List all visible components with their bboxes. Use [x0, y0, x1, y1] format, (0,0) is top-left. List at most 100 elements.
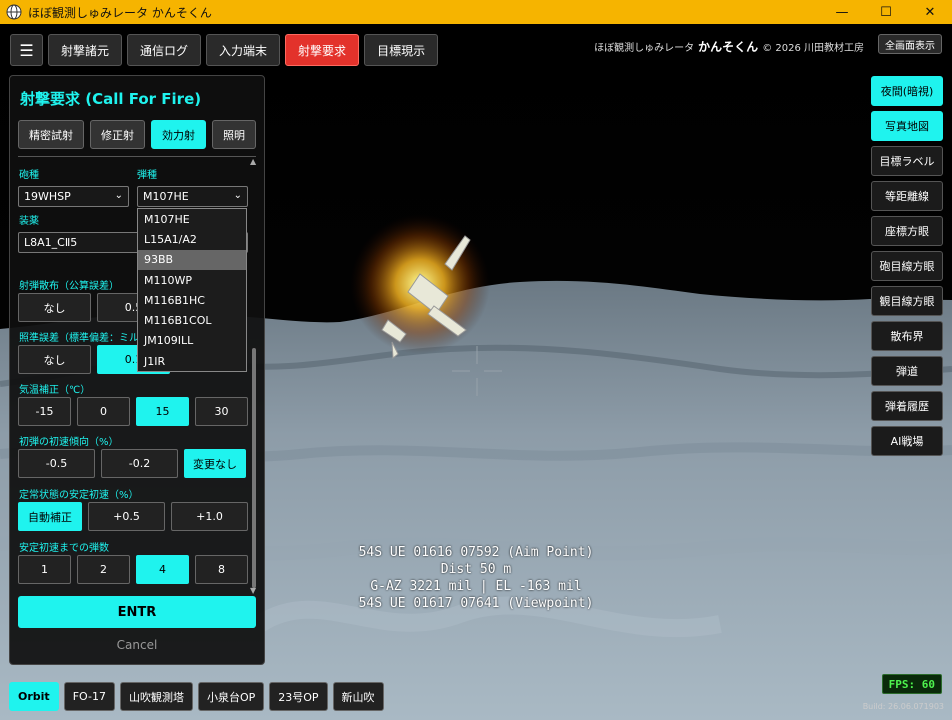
panel-scrollbar[interactable]: ▲ ▼ — [250, 157, 257, 595]
aim-readout: 54S UE 01616 07592 (Aim Point) Dist 50 m… — [260, 544, 692, 612]
ammo-option[interactable]: JM109ILL — [138, 331, 246, 351]
toggle-dispersion[interactable]: 散布界 — [871, 321, 943, 351]
rounds-option[interactable]: 1 — [18, 555, 71, 584]
temp-options: -15 0 15 30 — [18, 397, 248, 426]
viewpoint-shin-yamabuki[interactable]: 新山吹 — [332, 682, 384, 711]
layer-toggle-bar: 夜間(暗視) 写真地図 目標ラベル 等距離線 座標方眼 砲目線方眼 観目線方眼 … — [871, 76, 943, 456]
maximize-button[interactable]: ☐ — [864, 0, 908, 24]
viewpoint-fo17[interactable]: FO-17 — [63, 682, 115, 711]
steady-velocity-option[interactable]: +0.5 — [88, 502, 165, 531]
ammo-option[interactable]: J1IR — [138, 351, 246, 371]
entr-button[interactable]: ENTR — [18, 596, 256, 628]
rounds-option[interactable]: 2 — [77, 555, 130, 584]
ammo-option[interactable]: M107HE — [138, 209, 246, 229]
toggle-coordinate-grid[interactable]: 座標方眼 — [871, 216, 943, 246]
viewpoint-coord: 54S UE 01617 07641 (Viewpoint) — [358, 596, 594, 611]
temp-correction-label: 気温補正（℃） — [19, 385, 91, 396]
charge-value: L8A1_CⅡ5 — [24, 236, 78, 249]
steady-velocity-label: 定常状態の安定初速（%） — [19, 490, 139, 501]
gun-type-select[interactable]: 19WHSP ⌄ — [18, 186, 129, 207]
dispersion-label: 射弾散布（公算誤差） — [19, 281, 119, 292]
chevron-down-icon: ⌄ — [114, 190, 123, 201]
viewpoint-23-op[interactable]: 23号OP — [269, 682, 328, 711]
aim-point-coord: 54S UE 01616 07592 (Aim Point) — [358, 545, 594, 560]
toggle-ai-battlefield[interactable]: AI戦場 — [871, 426, 943, 456]
window-titlebar: ほぼ観測しゅみレータ かんそくん — ☐ ✕ — [0, 0, 952, 24]
viewpoint-orbit[interactable]: Orbit — [9, 682, 59, 711]
charge-label: 装薬 — [19, 216, 39, 227]
temp-option[interactable]: 0 — [77, 397, 130, 426]
aim-error-label: 照準誤差（標準偏差：ミル） — [19, 333, 149, 344]
mode-precision-registration[interactable]: 精密試射 — [18, 120, 84, 149]
top-toolbar: ☰ 射撃諸元 通信ログ 入力端末 射撃要求 目標現示 — [10, 34, 439, 66]
divider — [18, 156, 256, 157]
scroll-up-icon[interactable]: ▲ — [250, 157, 256, 166]
gun-type-value: 19WHSP — [24, 190, 71, 203]
rounds-option[interactable]: 4 — [136, 555, 189, 584]
tab-target-display[interactable]: 目標現示 — [364, 34, 439, 66]
mode-adjust-fire[interactable]: 修正射 — [90, 120, 145, 149]
ammo-option[interactable]: M110WP — [138, 270, 246, 290]
initial-velocity-option[interactable]: -0.2 — [101, 449, 178, 478]
chevron-down-icon: ⌄ — [233, 190, 242, 201]
initial-velocity-option[interactable]: -0.5 — [18, 449, 95, 478]
cancel-button[interactable]: Cancel — [18, 638, 256, 652]
rounds-to-stable-label: 安定初速までの弾数 — [19, 543, 109, 554]
azimuth-elevation-readout: G-AZ 3221 mil | EL -163 mil — [370, 579, 582, 594]
toggle-photo-map[interactable]: 写真地図 — [871, 111, 943, 141]
rounds-to-stable-options: 1 2 4 8 — [18, 555, 248, 584]
distance-readout: Dist 50 m — [440, 562, 512, 577]
toggle-trajectory[interactable]: 弾道 — [871, 356, 943, 386]
viewpoint-yamabuki-tower[interactable]: 山吹観測塔 — [119, 682, 193, 711]
initial-velocity-options: -0.5 -0.2 変更なし — [18, 449, 246, 478]
ammo-type-select[interactable]: M107HE ⌄ — [137, 186, 248, 207]
ammo-option[interactable]: L15A1/A2 — [138, 229, 246, 249]
steady-velocity-option[interactable]: +1.0 — [171, 502, 248, 531]
mode-fire-for-effect[interactable]: 効力射 — [151, 120, 206, 149]
hamburger-menu-icon[interactable]: ☰ — [10, 34, 43, 66]
close-button[interactable]: ✕ — [908, 0, 952, 24]
fps-counter: FPS: 60 — [881, 674, 942, 694]
tab-comm-log[interactable]: 通信ログ — [127, 34, 202, 66]
toggle-target-labels[interactable]: 目標ラベル — [871, 146, 943, 176]
initial-velocity-option[interactable]: 変更なし — [184, 449, 246, 478]
steady-velocity-option[interactable]: 自動補正 — [18, 502, 82, 531]
brand-prefix: ほぼ観測しゅみレータ — [594, 43, 695, 54]
dispersion-option[interactable]: なし — [18, 293, 91, 322]
steady-velocity-options: 自動補正 +0.5 +1.0 — [18, 502, 248, 531]
ammo-type-label: 弾種 — [137, 170, 157, 181]
scroll-thumb[interactable] — [252, 348, 256, 588]
viewpoint-bar: Orbit FO-17 山吹観測塔 小泉台OP 23号OP 新山吹 — [9, 682, 384, 711]
ammo-option-highlighted[interactable]: 93BB — [138, 249, 246, 270]
fire-mode-row: 精密試射 修正射 効力射 照明 — [18, 120, 256, 149]
ammo-option[interactable]: M116B1HC — [138, 290, 246, 310]
toggle-gun-target-grid[interactable]: 砲目線方眼 — [871, 251, 943, 281]
panel-title: 射撃要求 (Call For Fire) — [20, 90, 202, 108]
tab-call-for-fire[interactable]: 射撃要求 — [285, 34, 360, 66]
gun-type-label: 砲種 — [19, 170, 39, 181]
fullscreen-button[interactable]: 全画面表示 — [878, 34, 942, 54]
window-title: ほぼ観測しゅみレータ かんそくん — [28, 5, 212, 20]
brand-label: ほぼ観測しゅみレータ かんそくん © 2026 川田教材工房 — [594, 38, 864, 55]
rounds-option[interactable]: 8 — [195, 555, 248, 584]
initial-velocity-label: 初弾の初速傾向（%） — [19, 437, 119, 448]
toggle-night-vision[interactable]: 夜間(暗視) — [871, 76, 943, 106]
ammo-type-value: M107HE — [143, 190, 189, 203]
toggle-impact-history[interactable]: 弾着履歴 — [871, 391, 943, 421]
toggle-observer-target-grid[interactable]: 観目線方眼 — [871, 286, 943, 316]
scroll-down-icon[interactable]: ▼ — [250, 586, 256, 595]
temp-option[interactable]: 30 — [195, 397, 248, 426]
tab-firing-data[interactable]: 射撃諸元 — [48, 34, 123, 66]
minimize-button[interactable]: — — [820, 0, 864, 24]
toggle-range-rings[interactable]: 等距離線 — [871, 181, 943, 211]
build-label: Build: 26.06.071903 — [862, 702, 944, 711]
ammo-option[interactable]: M116B1COL — [138, 310, 246, 330]
temp-option[interactable]: -15 — [18, 397, 71, 426]
mode-illumination[interactable]: 照明 — [212, 120, 256, 149]
brand-copyright: © 2026 川田教材工房 — [762, 43, 864, 54]
viewpoint-koizumidai-op[interactable]: 小泉台OP — [197, 682, 265, 711]
temp-option[interactable]: 15 — [136, 397, 189, 426]
aim-error-option[interactable]: なし — [18, 345, 91, 374]
tab-input-terminal[interactable]: 入力端末 — [206, 34, 281, 66]
brand-name: かんそくん — [698, 40, 759, 54]
